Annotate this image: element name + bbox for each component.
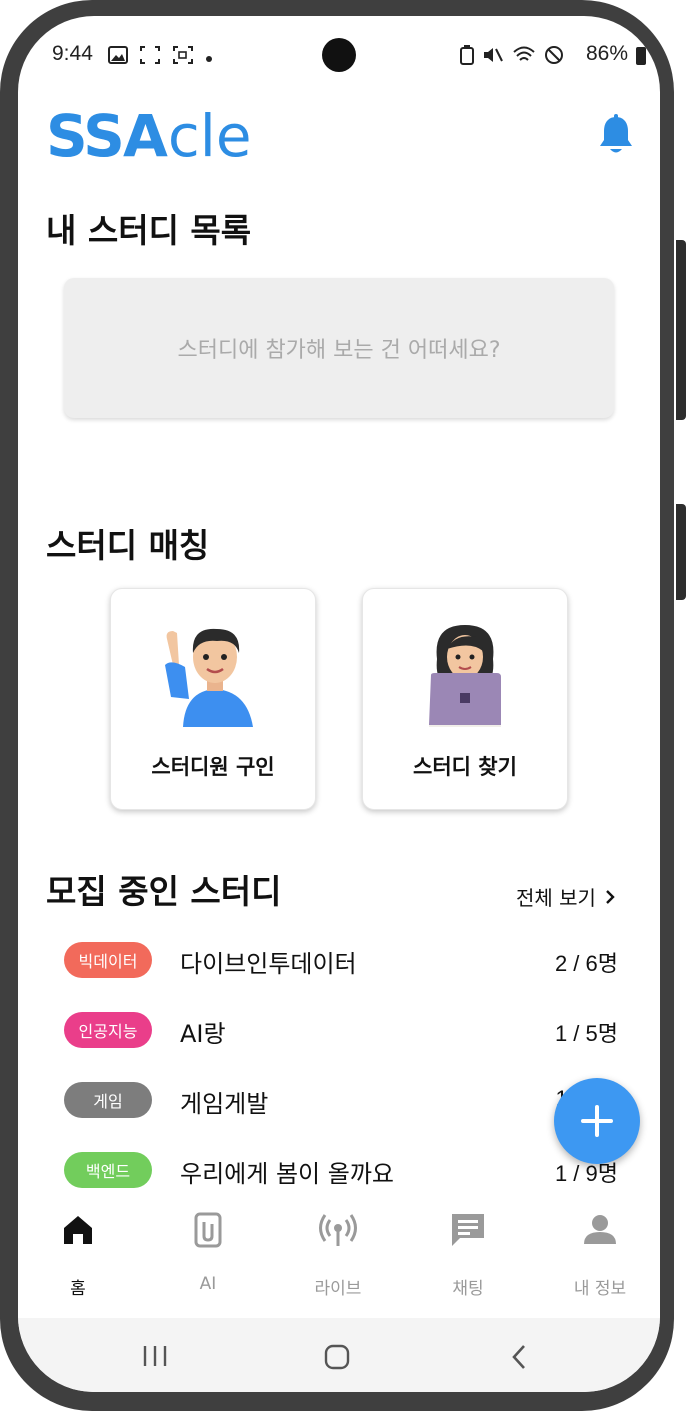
logo-ss: SSA — [46, 102, 168, 170]
study-row[interactable]: 인공지능 AI랑 1 / 5명 — [64, 1010, 624, 1050]
tab-live[interactable]: 라이브 — [288, 1210, 388, 1299]
tab-chat[interactable]: 채팅 — [418, 1210, 518, 1299]
notification-bell-icon[interactable] — [596, 114, 636, 156]
system-icons — [460, 45, 564, 69]
study-title: 게임게발 — [180, 1090, 269, 1118]
back-button-icon[interactable] — [510, 1344, 528, 1374]
chevron-right-icon — [606, 889, 615, 904]
app-logo: SSA cle — [46, 102, 252, 170]
study-tag: 게임 — [64, 1082, 152, 1118]
create-study-fab[interactable] — [554, 1078, 640, 1164]
matching-title: 스터디 매칭 — [46, 526, 210, 565]
view-all-link[interactable]: 전체 보기 — [516, 882, 616, 911]
front-camera — [322, 38, 356, 72]
paperclip-icon — [188, 1210, 228, 1250]
find-study-card[interactable]: 스터디 찾기 — [362, 588, 568, 810]
battery-icon — [636, 47, 646, 65]
battery-percent: 86% — [585, 42, 628, 65]
study-row[interactable]: 백엔드 우리에게 봄이 올까요 1 / 9명 — [64, 1150, 624, 1190]
gallery-icon — [108, 45, 128, 69]
recruit-member-card[interactable]: 스터디원 구인 — [110, 588, 316, 810]
study-row[interactable]: 게임 게임게발 1 / — [64, 1080, 624, 1120]
study-row[interactable]: 빅데이터 다이브인투데이터 2 / 6명 — [64, 940, 624, 980]
broadcast-icon — [318, 1210, 358, 1250]
do-not-disturb-icon — [544, 45, 564, 69]
tab-chat-label: 채팅 — [452, 1279, 484, 1299]
plus-icon — [581, 1105, 613, 1137]
status-time: 9:44 — [52, 42, 93, 65]
my-studies-title: 내 스터디 목록 — [46, 211, 252, 250]
chat-icon — [448, 1210, 488, 1250]
wifi-icon — [512, 45, 536, 69]
person-icon — [580, 1210, 620, 1250]
study-member-count: 2 / 6명 — [554, 951, 618, 976]
my-studies-empty-text: 스터디에 참가해 보는 건 어떠세요? — [177, 338, 501, 363]
study-title: 우리에게 봄이 올까요 — [180, 1160, 394, 1188]
battery-saver-icon — [460, 45, 474, 69]
logo-cle: cle — [167, 102, 252, 170]
tab-ai[interactable]: AI — [158, 1210, 258, 1294]
dot-icon — [205, 48, 213, 67]
man-raising-hand-icon — [163, 619, 263, 727]
study-title: AI랑 — [180, 1020, 226, 1048]
screenshot-icon — [139, 45, 161, 69]
volume-button — [676, 504, 686, 600]
study-title: 다이브인투데이터 — [180, 950, 357, 978]
recruiting-title: 모집 중인 스터디 — [46, 872, 282, 911]
bottom-tab-bar: 홈 AI 라이브 채팅 내 정보 — [18, 1200, 660, 1318]
find-study-label: 스터디 찾기 — [413, 755, 517, 779]
notification-icons — [108, 45, 213, 69]
tab-my-info-label: 내 정보 — [573, 1279, 627, 1299]
study-tag: 인공지능 — [64, 1012, 152, 1048]
screen-record-icon — [172, 45, 194, 69]
power-button — [676, 240, 686, 420]
mute-icon — [482, 45, 504, 69]
tab-live-label: 라이브 — [314, 1279, 362, 1299]
my-studies-empty-box[interactable]: 스터디에 참가해 보는 건 어떠세요? — [64, 278, 614, 418]
tab-ai-label: AI — [199, 1274, 217, 1294]
home-button-icon[interactable] — [324, 1344, 350, 1374]
study-member-count: 1 / 5명 — [554, 1021, 618, 1046]
status-bar: 9:44 86% — [18, 16, 660, 96]
recruit-member-label: 스터디원 구인 — [151, 755, 275, 779]
study-tag: 백엔드 — [64, 1152, 152, 1188]
screen: 9:44 86% SSA cle 내 스터디 목록 스터디에 참가해 보는 건 … — [18, 16, 660, 1392]
tab-home-label: 홈 — [70, 1279, 86, 1299]
recent-apps-icon[interactable] — [142, 1344, 168, 1372]
study-tag: 빅데이터 — [64, 942, 152, 978]
woman-technologist-icon — [415, 619, 515, 727]
view-all-label: 전체 보기 — [516, 886, 596, 910]
system-navigation-bar — [18, 1318, 660, 1392]
tab-home[interactable]: 홈 — [28, 1210, 128, 1299]
home-icon — [58, 1210, 98, 1250]
tab-my-info[interactable]: 내 정보 — [550, 1210, 650, 1299]
